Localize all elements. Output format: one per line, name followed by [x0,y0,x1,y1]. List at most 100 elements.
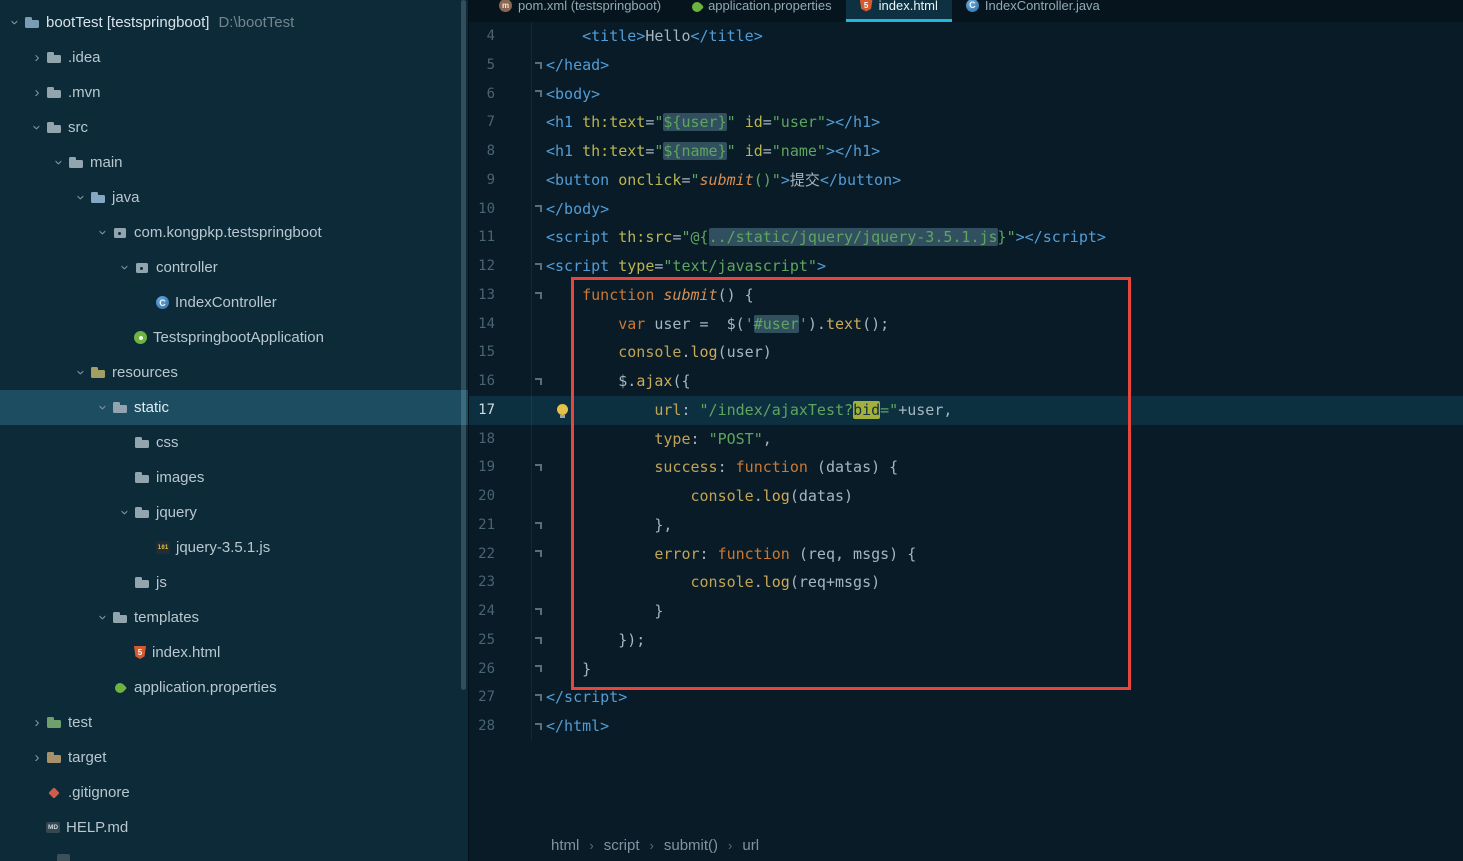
code-line-24[interactable]: 24 } [469,597,1463,626]
fold-marker-icon[interactable] [535,464,542,472]
tab-application-properties[interactable]: application.properties [675,0,846,22]
tree-item-testspringbootapplication[interactable]: TestspringbootApplication [0,320,468,355]
fold-marker-icon[interactable] [535,722,542,730]
code-line-14[interactable]: 14 var user = $('#user').text(); [469,309,1463,339]
chevron-down-icon[interactable] [52,154,67,172]
code-line-17[interactable]: 17 url: "/index/ajaxTest?bid="+user, [469,395,1463,425]
fold-marker-icon[interactable] [535,550,542,558]
tree-item-controller[interactable]: controller [0,250,468,285]
code-line-6[interactable]: 6 <body> [469,79,1463,109]
fold-marker-icon[interactable] [535,607,542,615]
code-line-26[interactable]: 26 } [469,654,1463,684]
intention-bulb-icon[interactable] [557,403,568,418]
line-number[interactable]: 23 [469,568,495,597]
code-line-4[interactable]: 4 <title>Hello</title> [469,22,1463,51]
tree-item-test[interactable]: test [0,705,468,740]
line-number[interactable]: 22 [469,540,495,569]
code-line-23[interactable]: 23 console.log(req+msgs) [469,568,1463,597]
chevron-down-icon[interactable] [118,259,133,277]
fold-marker-icon[interactable] [535,521,542,529]
tree-item-static[interactable]: static [0,390,468,425]
tree-item-js[interactable]: js [0,565,468,600]
chevron-down-icon[interactable] [8,14,23,32]
chevron-down-icon[interactable] [96,399,111,417]
code-line-28[interactable]: 28 </html> [469,712,1463,741]
chevron-right-icon[interactable] [28,750,46,765]
chevron-right-icon[interactable] [28,715,46,730]
code-line-16[interactable]: 16 $.ajax({ [469,367,1463,396]
line-number[interactable]: 27 [469,683,495,712]
line-number[interactable]: 6 [469,80,495,109]
code-line-8[interactable]: 8 <h1 th:text="${name}" id="name"></h1> [469,137,1463,166]
tree-item-jquery-3-5-1-js[interactable]: 101 jquery-3.5.1.js [0,530,468,565]
line-number[interactable]: 10 [469,195,495,224]
line-number[interactable]: 17 [469,396,495,425]
fold-marker-icon[interactable] [535,291,542,299]
tree-item-resources[interactable]: resources [0,355,468,390]
code-line-19[interactable]: 19 success: function (datas) { [469,453,1463,482]
line-number[interactable]: 16 [469,367,495,396]
chevron-down-icon[interactable] [96,224,111,242]
fold-marker-icon[interactable] [535,90,542,98]
sidebar-scrollbar[interactable] [461,0,466,690]
tab-index-html[interactable]: 5 index.html [845,0,952,22]
fold-marker-icon[interactable] [535,262,542,270]
breadcrumb-item-url[interactable]: url [742,837,759,854]
breadcrumb-item-script[interactable]: script [604,837,640,854]
code-line-22[interactable]: 22 error: function (req, msgs) { [469,539,1463,569]
project-root-item[interactable]: bootTest [testspringboot] D:\bootTest [0,5,468,40]
breadcrumb-item-submit-[interactable]: submit() [664,837,718,854]
line-number[interactable]: 8 [469,137,495,166]
line-number[interactable]: 20 [469,482,495,511]
tree-item-images[interactable]: images [0,460,468,495]
tab-pom-xml-testspringboot-[interactable]: m pom.xml (testspringboot) [485,0,675,22]
code-line-9[interactable]: 9 <button onclick="submit()">提交</button> [469,165,1463,195]
tree-item-application-properties[interactable]: application.properties [0,670,468,705]
tree-item-main[interactable]: main [0,145,468,180]
code-line-15[interactable]: 15 console.log(user) [469,338,1463,367]
chevron-down-icon[interactable] [118,504,133,522]
tree-item-com-kongpkp-testspringboot[interactable]: com.kongpkp.testspringboot [0,215,468,250]
line-number[interactable]: 28 [469,712,495,741]
chevron-down-icon[interactable] [74,189,89,207]
code-line-21[interactable]: 21 }, [469,510,1463,540]
fold-marker-icon[interactable] [535,665,542,673]
line-number[interactable]: 24 [469,597,495,626]
tree-item-css[interactable]: css [0,425,468,460]
code-line-27[interactable]: 27 </script> [469,683,1463,712]
fold-marker-icon[interactable] [535,205,542,213]
line-number[interactable]: 11 [469,223,495,252]
tab-indexcontroller-java[interactable]: C IndexController.java [952,0,1114,22]
breadcrumb-item-html[interactable]: html [551,837,579,854]
fold-marker-icon[interactable] [535,377,542,385]
chevron-down-icon[interactable] [30,119,45,137]
line-number[interactable]: 25 [469,626,495,655]
line-number[interactable]: 15 [469,338,495,367]
line-number[interactable]: 7 [469,108,495,137]
code-line-13[interactable]: 13 function submit() { [469,280,1463,310]
line-number[interactable]: 4 [469,22,495,51]
tree-item-java[interactable]: java [0,180,468,215]
chevron-down-icon[interactable] [74,364,89,382]
line-number[interactable]: 14 [469,310,495,339]
code-line-12[interactable]: 12 <script type="text/javascript"> [469,252,1463,281]
line-number[interactable]: 9 [469,166,495,195]
line-number[interactable]: 12 [469,252,495,281]
code-line-7[interactable]: 7 <h1 th:text="${user}" id="user"></h1> [469,108,1463,137]
tree-item-indexcontroller[interactable]: C IndexController [0,285,468,320]
tree-item-help-md[interactable]: MD HELP.md [0,810,468,845]
line-number[interactable]: 21 [469,511,495,540]
tree-item--gitignore[interactable]: .gitignore [0,775,468,810]
chevron-right-icon[interactable] [28,50,46,65]
tree-item-index-html[interactable]: 5 index.html [0,635,468,670]
tree-item-jquery[interactable]: jquery [0,495,468,530]
fold-marker-icon[interactable] [535,636,542,644]
code-line-25[interactable]: 25 }); [469,625,1463,655]
line-number[interactable]: 19 [469,453,495,482]
line-number[interactable]: 5 [469,51,495,80]
tree-item--idea[interactable]: .idea [0,40,468,75]
tree-item-templates[interactable]: templates [0,600,468,635]
line-number[interactable]: 13 [469,281,495,310]
fold-marker-icon[interactable] [535,694,542,702]
chevron-down-icon[interactable] [96,609,111,627]
